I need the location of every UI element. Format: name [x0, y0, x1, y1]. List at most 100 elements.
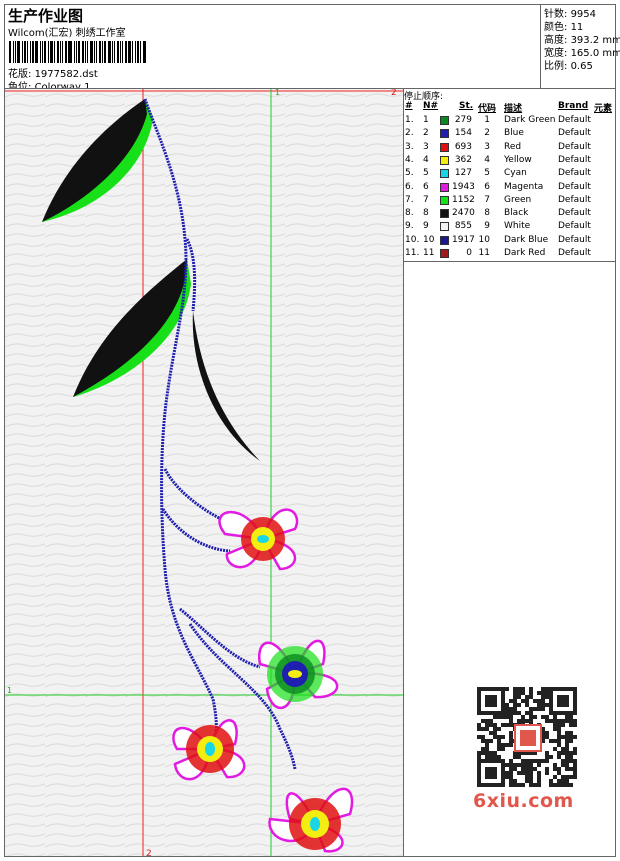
guide-label-top: 1	[275, 89, 280, 97]
row-description: Dark Red	[504, 248, 546, 258]
row-stitches: 279	[454, 115, 472, 125]
table-divider	[404, 261, 616, 262]
embroidery-preview: 1 2 1 2	[5, 89, 403, 856]
row-index: 8.	[405, 208, 414, 219]
row-description: Blue	[504, 128, 524, 139]
page-title: 生产作业图	[8, 7, 84, 25]
row-stitches: 362	[454, 154, 472, 165]
row-number: 11	[423, 248, 435, 258]
row-index: 1.	[405, 115, 414, 125]
design-stats: 针数: 9954 颜色: 11 高度: 393.2 mm 宽度: 165.0 m…	[540, 5, 620, 88]
row-code: 5	[484, 168, 490, 179]
row-number: 8	[423, 208, 429, 219]
design-preview: 1 2 1 2	[5, 89, 404, 856]
row-description: Cyan	[504, 168, 527, 179]
row-stitches: 127	[454, 168, 472, 179]
row-brand: Default	[558, 221, 591, 232]
row-description: Red	[504, 141, 522, 152]
watermark-logo: 6xiu.com	[473, 790, 574, 812]
row-code: 4	[484, 154, 490, 165]
row-description: White	[504, 221, 531, 232]
row-index: 6.	[405, 181, 414, 192]
row-brand: Default	[558, 154, 591, 165]
color-swatch	[440, 195, 449, 205]
row-number: 6	[423, 181, 429, 192]
row-code: 9	[484, 221, 490, 232]
row-number: 3	[423, 141, 429, 152]
row-code: 11	[478, 248, 490, 258]
row-number: 5	[423, 168, 429, 179]
row-description: Dark Blue	[504, 234, 549, 245]
color-swatch	[440, 155, 449, 165]
row-number: 9	[423, 221, 429, 232]
table-row: 10. 10 1917 10 Dark Blue Default	[404, 235, 615, 248]
table-row: 2. 2 154 2 Blue Default	[404, 128, 615, 141]
row-brand: Default	[558, 141, 591, 152]
row-code: 10	[478, 234, 490, 245]
row-stitches: 1917	[452, 234, 475, 245]
color-swatch	[440, 129, 449, 139]
stop-sequence-panel: 停止顺序: # N# St. 代码 描述 Brand 元素 1. 1 279 1 Dar…	[404, 89, 615, 261]
guide-label-bottom: 2	[146, 849, 152, 856]
color-swatch	[440, 142, 449, 152]
row-code: 8	[484, 208, 490, 219]
row-number: 2	[423, 128, 429, 139]
stat-scale: 比例: 0.65	[544, 61, 593, 72]
table-row: 11. 11 0 11 Dark Red Default	[404, 248, 615, 261]
row-code: 7	[484, 194, 490, 205]
row-code: 2	[484, 128, 490, 139]
row-code: 1	[484, 115, 490, 125]
row-number: 1	[423, 115, 429, 125]
row-code: 6	[484, 181, 490, 192]
row-index: 2.	[405, 128, 414, 139]
qr-code	[470, 680, 585, 795]
table-row: 5. 5 127 5 Cyan Default	[404, 168, 615, 181]
row-description: Dark Green	[504, 115, 556, 125]
row-index: 7.	[405, 194, 414, 205]
row-stitches: 154	[454, 128, 472, 139]
guide-label-left: 1	[7, 686, 12, 695]
color-swatch	[440, 222, 449, 232]
header-info: 生产作业图 Wilcom(汇宏) 刺绣工作室 花版: 1977582.dst 色…	[5, 5, 540, 93]
table-row: 4. 4 362 4 Yellow Default	[404, 155, 615, 168]
row-stitches: 1152	[452, 194, 475, 205]
flower-3	[172, 719, 246, 781]
barcode	[9, 41, 147, 63]
row-number: 10	[423, 234, 435, 245]
row-index: 3.	[405, 141, 414, 152]
row-brand: Default	[558, 168, 591, 179]
row-description: Green	[504, 194, 532, 205]
row-index: 10.	[405, 234, 420, 245]
row-code: 3	[484, 141, 490, 152]
row-brand: Default	[558, 234, 591, 245]
row-brand: Default	[558, 248, 591, 258]
row-number: 7	[423, 194, 429, 205]
color-swatch	[440, 235, 449, 245]
row-number: 4	[423, 154, 429, 165]
table-row: 1. 1 279 1 Dark Green Default	[404, 115, 615, 128]
row-description: Yellow	[504, 154, 532, 165]
table-row: 9. 9 855 9 White Default	[404, 221, 615, 234]
guide-label-right: 2	[391, 89, 397, 98]
row-stitches: 2470	[452, 208, 475, 219]
table-row: 7. 7 1152 7 Green Default	[404, 195, 615, 208]
row-brand: Default	[558, 194, 591, 205]
row-index: 5.	[405, 168, 414, 179]
row-stitches: 855	[454, 221, 472, 232]
row-stitches: 0	[466, 248, 472, 258]
color-swatch	[440, 209, 449, 219]
qr-code-image	[477, 687, 577, 787]
table-row: 6. 6 1943 6 Magenta Default	[404, 182, 615, 195]
table-header: # N# St. 代码 描述 Brand 元素	[405, 101, 613, 114]
row-brand: Default	[558, 128, 591, 139]
row-description: Black	[504, 208, 529, 219]
table-row: 3. 3 693 3 Red Default	[404, 142, 615, 155]
company-name: Wilcom(汇宏) 刺绣工作室	[8, 28, 126, 39]
row-index: 4.	[405, 154, 414, 165]
row-brand: Default	[558, 181, 591, 192]
row-brand: Default	[558, 115, 591, 125]
color-swatch	[440, 249, 449, 258]
row-stitches: 693	[454, 141, 472, 152]
row-description: Magenta	[504, 181, 544, 192]
color-swatch	[440, 182, 449, 192]
